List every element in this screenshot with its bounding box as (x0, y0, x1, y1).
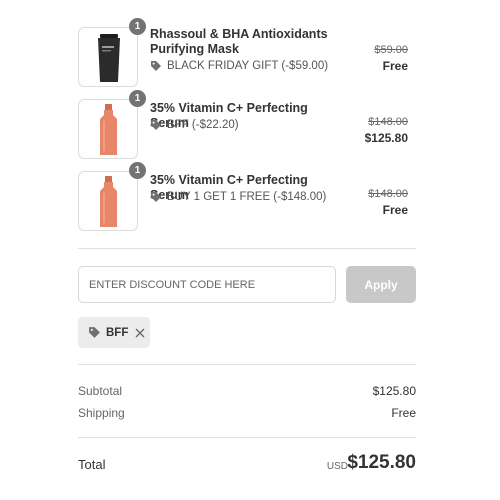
tag-icon (151, 192, 161, 202)
total-value: $125.80 (347, 452, 416, 473)
cart-item: 1 35% Vitamin C+ Perfecting Serum BFF (-… (78, 90, 416, 159)
product-name: Rhassoul & BHA Antioxidants Purifying Ma… (150, 27, 328, 56)
discount-line: BLACK FRIDAY GIFT (-$59.00) (150, 60, 328, 72)
tag-icon (151, 120, 161, 130)
quantity-badge: 1 (129, 18, 146, 35)
applied-discount-chip: BFF (78, 317, 150, 348)
quantity-badge: 1 (129, 90, 146, 107)
discount-line: BUY 1 GET 1 FREE (-$148.00) (150, 191, 326, 203)
discount-line: BFF (-$22.20) (150, 119, 239, 131)
cart-item: 1 Rhassoul & BHA Antioxidants Purifying … (78, 18, 416, 87)
original-price: $148.00 (368, 188, 408, 200)
discount-label: BFF (-$22.20) (167, 119, 239, 131)
original-price: $59.00 (374, 44, 408, 56)
total-label: Total (78, 457, 106, 472)
product-thumbnail (78, 171, 138, 231)
subtotal-value: $125.80 (372, 384, 416, 398)
original-price: $148.00 (368, 116, 408, 128)
section-divider (78, 364, 416, 365)
discount-label: BUY 1 GET 1 FREE (-$148.00) (167, 191, 327, 203)
currency-code: USD (326, 461, 348, 472)
serum-bottle-image (100, 104, 117, 155)
tag-icon (89, 327, 100, 338)
shipping-label: Shipping (78, 406, 125, 420)
discount-label: BLACK FRIDAY GIFT (-$59.00) (167, 60, 329, 72)
apply-button[interactable]: Apply (346, 266, 416, 303)
section-divider (78, 437, 416, 438)
serum-bottle-image (100, 176, 117, 227)
cart-item: 1 35% Vitamin C+ Perfecting Serum BUY 1 … (78, 162, 416, 231)
mask-tube-image (98, 34, 120, 82)
final-price: Free (382, 59, 408, 73)
remove-code-icon[interactable] (135, 328, 145, 338)
final-price: $125.80 (364, 131, 408, 145)
product-thumbnail (78, 99, 138, 159)
shipping-value: Free (391, 406, 416, 420)
tag-icon (151, 61, 161, 71)
quantity-badge: 1 (129, 162, 146, 179)
subtotal-label: Subtotal (78, 384, 123, 398)
product-thumbnail (78, 27, 138, 87)
discount-code-input[interactable] (78, 266, 336, 303)
applied-code: BFF (106, 326, 129, 339)
section-divider (78, 248, 416, 249)
final-price: Free (382, 203, 408, 217)
